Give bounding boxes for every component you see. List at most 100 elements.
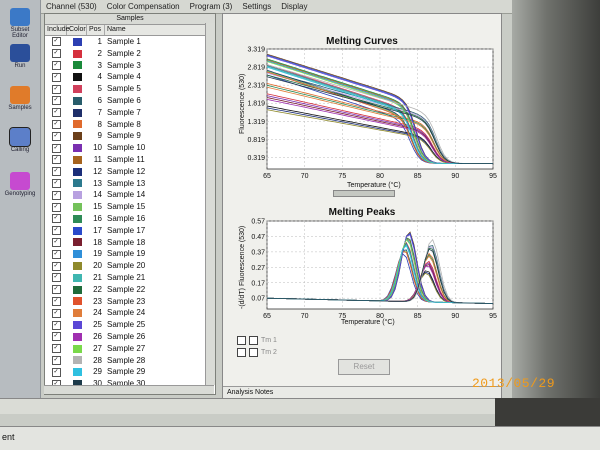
sample-row[interactable]: ✓ 25 Sample 25 [45,319,215,331]
include-checkbox[interactable]: ✓ [51,131,61,141]
sidebar-item-genotyping[interactable]: Genotyping [2,172,38,197]
sample-color-swatch[interactable] [72,332,82,341]
sample-color-swatch[interactable] [72,96,82,105]
sample-color-swatch[interactable] [72,321,82,330]
sample-color-swatch[interactable] [72,297,82,306]
column-header-color[interactable]: Color [67,25,87,35]
sample-row[interactable]: ✓ 18 Sample 18 [45,237,215,249]
sample-row[interactable]: ✓ 24 Sample 24 [45,307,215,319]
sample-row[interactable]: ✓ 23 Sample 23 [45,296,215,308]
sample-color-swatch[interactable] [72,191,82,200]
include-checkbox[interactable]: ✓ [51,167,61,177]
include-checkbox[interactable]: ✓ [51,60,61,70]
sample-row[interactable]: ✓ 6 Sample 6 [45,95,215,107]
sidebar-item-calling[interactable]: Calling [2,127,38,153]
include-checkbox[interactable]: ✓ [51,84,61,94]
include-checkbox[interactable]: ✓ [51,119,61,129]
include-checkbox[interactable]: ✓ [51,296,61,306]
include-checkbox[interactable]: ✓ [51,155,61,165]
samples-horizontal-scrollbar[interactable] [44,385,214,394]
include-checkbox[interactable]: ✓ [51,249,61,259]
sample-row[interactable]: ✓ 4 Sample 4 [45,71,215,83]
include-checkbox[interactable]: ✓ [51,320,61,330]
include-checkbox[interactable]: ✓ [51,261,61,271]
include-checkbox[interactable]: ✓ [51,37,61,47]
include-checkbox[interactable]: ✓ [51,202,61,212]
menu-program[interactable]: Program (3) [190,2,233,11]
sample-color-swatch[interactable] [72,226,82,235]
sample-color-swatch[interactable] [72,273,82,282]
sample-color-swatch[interactable] [72,132,82,141]
include-checkbox[interactable]: ✓ [51,143,61,153]
include-checkbox[interactable]: ✓ [51,96,61,106]
sample-color-swatch[interactable] [72,250,82,259]
samples-vertical-scrollbar[interactable] [205,23,215,385]
include-checkbox[interactable]: ✓ [51,285,61,295]
include-checkbox[interactable]: ✓ [51,237,61,247]
sample-row[interactable]: ✓ 17 Sample 17 [45,225,215,237]
sample-color-swatch[interactable] [72,238,82,247]
sample-color-swatch[interactable] [72,73,82,82]
sample-row[interactable]: ✓ 26 Sample 26 [45,331,215,343]
menu-color-compensation[interactable]: Color Compensation [107,2,180,11]
include-checkbox[interactable]: ✓ [51,49,61,59]
tm1-legend-item[interactable]: Tm 1 [237,334,277,346]
sample-row[interactable]: ✓ 11 Sample 11 [45,154,215,166]
melting-curves-scrollbar[interactable] [333,190,395,197]
sample-row[interactable]: ✓ 28 Sample 28 [45,355,215,367]
column-header-name[interactable]: Name [105,25,215,35]
sample-row[interactable]: ✓ 21 Sample 21 [45,272,215,284]
sample-color-swatch[interactable] [72,368,82,377]
sample-color-swatch[interactable] [72,85,82,94]
include-checkbox[interactable]: ✓ [51,190,61,200]
sample-row[interactable]: ✓ 2 Sample 2 [45,48,215,60]
sidebar-item-samples[interactable]: Samples [2,86,38,111]
sample-color-swatch[interactable] [72,309,82,318]
sample-color-swatch[interactable] [72,167,82,176]
sample-row[interactable]: ✓ 15 Sample 15 [45,201,215,213]
sidebar-item-subset-editor[interactable]: Subset Editor [2,8,38,39]
sample-row[interactable]: ✓ 16 Sample 16 [45,213,215,225]
include-checkbox[interactable]: ✓ [51,178,61,188]
sample-color-swatch[interactable] [72,144,82,153]
menu-display[interactable]: Display [281,2,307,11]
include-checkbox[interactable]: ✓ [51,332,61,342]
tm1-checkbox[interactable] [237,335,246,345]
column-header-include[interactable]: Include [45,25,70,35]
sample-row[interactable]: ✓ 14 Sample 14 [45,189,215,201]
sample-row[interactable]: ✓ 5 Sample 5 [45,83,215,95]
sample-row[interactable]: ✓ 27 Sample 27 [45,343,215,355]
sample-row[interactable]: ✓ 8 Sample 8 [45,119,215,131]
analysis-notes-tab[interactable]: Analysis Notes [223,386,501,398]
include-checkbox[interactable]: ✓ [51,226,61,236]
include-checkbox[interactable]: ✓ [51,108,61,118]
include-checkbox[interactable]: ✓ [51,214,61,224]
sample-color-swatch[interactable] [72,61,82,70]
sample-row[interactable]: ✓ 3 Sample 3 [45,60,215,72]
sample-color-swatch[interactable] [72,214,82,223]
menu-channel[interactable]: Channel (530) [46,2,97,11]
include-checkbox[interactable]: ✓ [51,355,61,365]
menu-settings[interactable]: Settings [242,2,271,11]
include-checkbox[interactable]: ✓ [51,308,61,318]
sample-color-swatch[interactable] [72,285,82,294]
sample-color-swatch[interactable] [72,49,82,58]
sample-row[interactable]: ✓ 29 Sample 29 [45,366,215,378]
sample-color-swatch[interactable] [72,179,82,188]
sample-row[interactable]: ✓ 9 Sample 9 [45,130,215,142]
sample-color-swatch[interactable] [72,203,82,212]
sample-row[interactable]: ✓ 19 Sample 19 [45,248,215,260]
sample-row[interactable]: ✓ 13 Sample 13 [45,178,215,190]
include-checkbox[interactable]: ✓ [51,367,61,377]
sample-row[interactable]: ✓ 22 Sample 22 [45,284,215,296]
sidebar-item-run[interactable]: Run [2,44,38,69]
column-header-pos[interactable]: Pos [87,25,105,35]
tm2-legend-item[interactable]: Tm 2 [237,346,277,358]
sample-color-swatch[interactable] [72,120,82,129]
sample-row[interactable]: ✓ 10 Sample 10 [45,142,215,154]
sample-row[interactable]: ✓ 12 Sample 12 [45,166,215,178]
sample-row[interactable]: ✓ 20 Sample 20 [45,260,215,272]
include-checkbox[interactable]: ✓ [51,72,61,82]
sample-color-swatch[interactable] [72,37,82,46]
sample-color-swatch[interactable] [72,108,82,117]
